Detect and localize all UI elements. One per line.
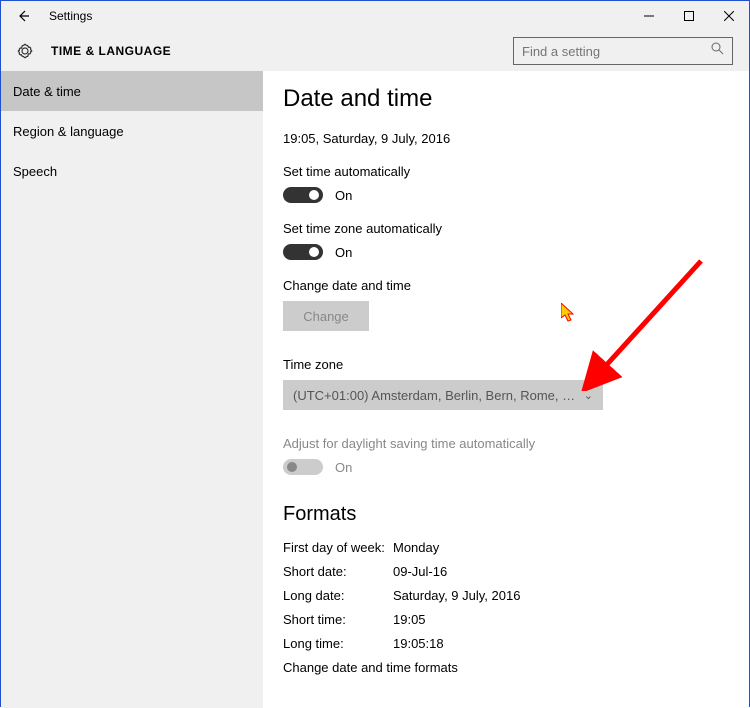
sidebar: Date & time Region & language Speech bbox=[1, 71, 263, 708]
sidebar-item-speech[interactable]: Speech bbox=[1, 151, 263, 191]
fmt-short-date-value: 09-Jul-16 bbox=[393, 564, 447, 579]
formats-heading: Formats bbox=[283, 503, 729, 526]
fmt-short-time-label: Short time: bbox=[283, 612, 393, 627]
content-pane: Date and time 19:05, Saturday, 9 July, 2… bbox=[263, 71, 749, 708]
sidebar-item-label: Speech bbox=[13, 164, 57, 179]
timezone-select[interactable]: (UTC+01:00) Amsterdam, Berlin, Bern, Rom… bbox=[283, 380, 603, 410]
minimize-button[interactable] bbox=[629, 1, 669, 31]
fmt-short-date-label: Short date: bbox=[283, 564, 393, 579]
change-button: Change bbox=[283, 301, 369, 331]
set-tz-auto-label: Set time zone automatically bbox=[283, 221, 729, 236]
fmt-first-day-label: First day of week: bbox=[283, 540, 393, 555]
sidebar-item-label: Region & language bbox=[13, 124, 124, 139]
search-box[interactable] bbox=[513, 37, 733, 65]
dst-toggle bbox=[283, 459, 323, 475]
page-header: TIME & LANGUAGE bbox=[1, 31, 749, 71]
timezone-value: (UTC+01:00) Amsterdam, Berlin, Bern, Rom… bbox=[293, 388, 578, 403]
current-datetime: 19:05, Saturday, 9 July, 2016 bbox=[283, 131, 729, 146]
dst-label: Adjust for daylight saving time automati… bbox=[283, 436, 729, 451]
timezone-label: Time zone bbox=[283, 357, 729, 372]
sidebar-item-region-language[interactable]: Region & language bbox=[1, 111, 263, 151]
search-input[interactable] bbox=[522, 44, 711, 59]
set-tz-auto-toggle[interactable] bbox=[283, 244, 323, 260]
change-formats-link[interactable]: Change date and time formats bbox=[283, 660, 729, 675]
fmt-long-date-value: Saturday, 9 July, 2016 bbox=[393, 588, 520, 603]
change-button-label: Change bbox=[303, 309, 349, 324]
set-time-auto-state: On bbox=[335, 188, 352, 203]
sidebar-item-date-time[interactable]: Date & time bbox=[1, 71, 263, 111]
fmt-first-day-value: Monday bbox=[393, 540, 439, 555]
close-button[interactable] bbox=[709, 1, 749, 31]
fmt-long-time-label: Long time: bbox=[283, 636, 393, 651]
fmt-long-time-value: 19:05:18 bbox=[393, 636, 444, 651]
window-title: Settings bbox=[49, 9, 92, 23]
chevron-down-icon: ⌄ bbox=[584, 389, 593, 402]
fmt-short-time-value: 19:05 bbox=[393, 612, 426, 627]
set-tz-auto-state: On bbox=[335, 245, 352, 260]
sidebar-item-label: Date & time bbox=[13, 84, 81, 99]
set-time-auto-toggle[interactable] bbox=[283, 187, 323, 203]
search-icon bbox=[711, 42, 724, 60]
maximize-button[interactable] bbox=[669, 1, 709, 31]
page-heading: Date and time bbox=[283, 85, 729, 113]
fmt-long-date-label: Long date: bbox=[283, 588, 393, 603]
gear-icon bbox=[13, 39, 37, 63]
dst-state: On bbox=[335, 460, 352, 475]
change-dt-label: Change date and time bbox=[283, 278, 729, 293]
back-button[interactable] bbox=[9, 9, 37, 23]
section-title: TIME & LANGUAGE bbox=[51, 44, 171, 58]
set-time-auto-label: Set time automatically bbox=[283, 164, 729, 179]
titlebar: Settings bbox=[1, 1, 749, 31]
